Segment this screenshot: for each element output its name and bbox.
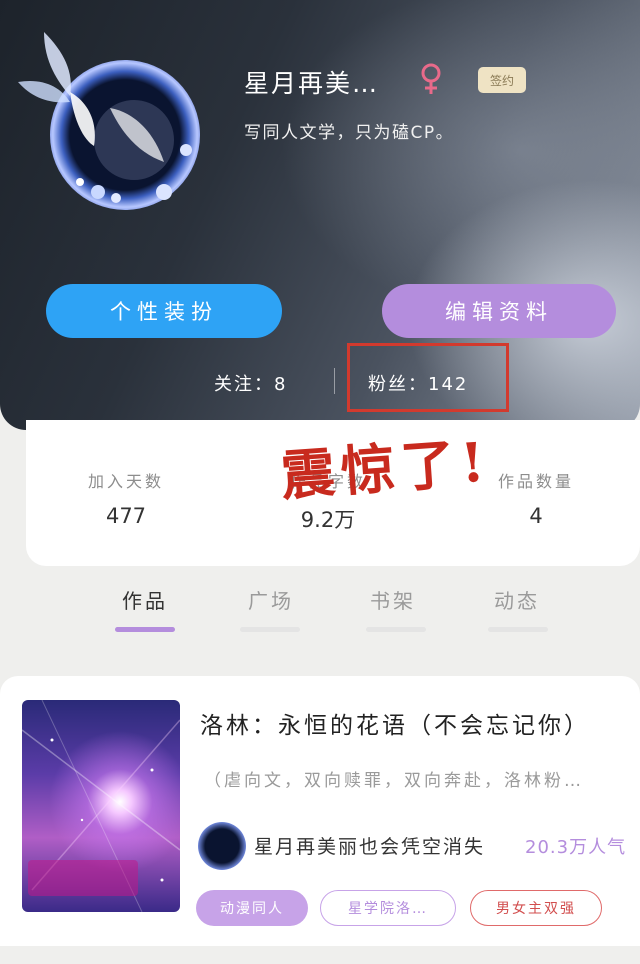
work-title[interactable]: 洛林：永恒的花语（不会忘记你） [200,706,590,740]
following-count[interactable]: 关注：8 [214,370,287,396]
bio: 写同人文学，只为磕CP。 [244,123,455,143]
stat-label: 加入天数 [87,472,164,491]
divider [334,368,335,394]
tab-indicator-active [115,627,175,632]
fans-highlight-box [347,343,509,412]
fairy-illustration [18,32,192,203]
work-card[interactable]: 洛林：永恒的花语（不会忘记你） （虐向文，双向赎罪，双向奔赴，洛林粉… 星月再美… [0,676,640,946]
author-avatar[interactable] [198,822,246,870]
female-icon [421,63,441,94]
work-summary: （虐向文，双向赎罪，双向奔赴，洛林粉… [204,771,584,791]
tab-indicator [488,627,548,632]
handwritten-annotation: 震惊了! [278,429,493,508]
cover-art [22,700,180,912]
stat-value: 477 [105,504,147,528]
tag-chip[interactable]: 男女主双强 [470,890,602,926]
tag-chip[interactable]: 动漫同人 [196,890,308,926]
tab-bookshelf[interactable]: 书架 [370,585,416,614]
avatar[interactable] [14,22,200,210]
author-name[interactable]: 星月再美丽也会凭空消失 [254,832,485,859]
stat-value: 9.2万 [300,508,356,532]
stat-value: 4 [529,504,543,528]
signed-badge: 签约 [478,67,526,93]
nickname: 星月再美… [244,69,380,98]
tab-works[interactable]: 作品 [122,585,168,614]
personal-dress-button[interactable]: 个性装扮 [46,284,282,338]
tab-indicator [240,627,300,632]
popularity-count: 20.3万人气 [525,837,627,858]
stat-join-days: 加入天数 477 [56,468,196,528]
tab-square[interactable]: 广场 [248,585,294,614]
edit-profile-button[interactable]: 编辑资料 [382,284,616,338]
tag-chip[interactable]: 星学院洛… [320,890,456,926]
tab-indicator [366,627,426,632]
profile-header: 星月再美… 签约 写同人文学，只为磕CP。 个性装扮 编辑资料 关注：8 粉丝：… [0,0,640,430]
book-cover[interactable] [22,700,180,912]
tab-feed[interactable]: 动态 [494,585,540,614]
